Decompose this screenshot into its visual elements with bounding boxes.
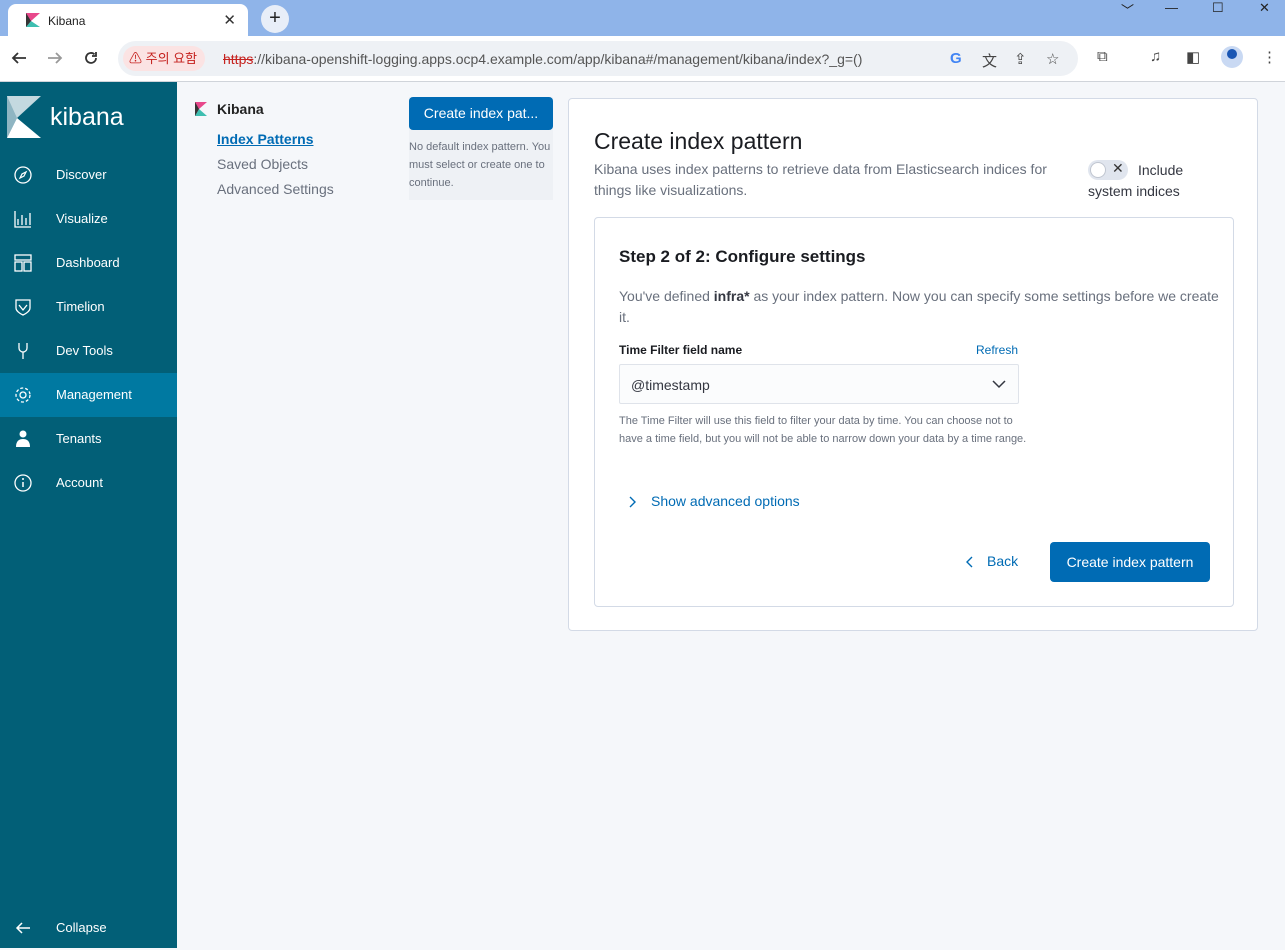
browser-tab[interactable]: Kibana ✕ [8, 4, 248, 36]
browser-chrome: Kibana ✕ + ﹀ — ☐ ✕ ⚠ 주의 요함 https://kiban… [0, 0, 1285, 82]
collapse-label: Collapse [56, 920, 107, 935]
dashboard-icon [14, 254, 32, 272]
time-filter-label: Time Filter field name [619, 343, 743, 357]
back-icon[interactable] [11, 50, 27, 66]
step-title: Step 2 of 2: Configure settings [619, 247, 866, 266]
no-default-message: No default index pattern. You must selec… [409, 141, 551, 189]
create-index-pattern-small-button[interactable]: Create index pat... [409, 97, 553, 130]
time-filter-help: The Time Filter will use this field to f… [619, 415, 1027, 445]
nav-tenants[interactable]: Tenants [0, 417, 177, 461]
forward-icon[interactable] [47, 50, 63, 66]
toggle-off-icon: ✕ [1112, 160, 1124, 176]
new-tab-button[interactable]: + [261, 5, 289, 33]
time-field-select[interactable]: @timestamp [619, 364, 1019, 404]
address-bar[interactable]: ⚠ 주의 요함 https://kibana-openshift-logging… [118, 41, 1078, 76]
back-label: Back [987, 553, 1019, 569]
include-system-indices-toggle[interactable]: ✕ [1088, 160, 1128, 180]
reload-icon[interactable] [83, 50, 99, 66]
chart-icon [14, 211, 31, 228]
shield-icon [15, 299, 31, 316]
chevron-down-icon [992, 380, 1006, 389]
refresh-link[interactable]: Refresh [976, 343, 1018, 357]
profile-icon[interactable] [1221, 46, 1243, 68]
kibana-sidenav: kibana Discover Visualize Dashboard Time… [0, 82, 177, 948]
info-icon [14, 474, 32, 492]
security-warning-badge[interactable]: ⚠ 주의 요함 [123, 46, 206, 71]
share-icon[interactable]: ⇪ [1014, 50, 1027, 68]
browser-toolbar: ⚠ 주의 요함 https://kibana-openshift-logging… [0, 36, 1285, 82]
chevron-right-icon [629, 496, 636, 508]
maximize-icon[interactable]: ☐ [1212, 0, 1224, 16]
tab-bar: Kibana ✕ + ﹀ — ☐ ✕ [0, 0, 1285, 36]
nav-label: Timelion [56, 299, 105, 314]
menu-icon[interactable]: ⋮ [1262, 48, 1277, 66]
nav-timelion[interactable]: Timelion [0, 285, 177, 329]
create-index-pattern-panel: Create index pattern Kibana uses index p… [568, 98, 1258, 631]
page-description: Kibana uses index patterns to retrieve d… [594, 161, 1047, 198]
close-window-icon[interactable]: ✕ [1259, 0, 1270, 16]
wrench-icon [18, 343, 28, 359]
chevron-left-icon [966, 556, 973, 568]
kibana-small-logo-icon [195, 102, 207, 116]
nav-label: Dev Tools [56, 343, 113, 358]
submenu-saved-objects[interactable]: Saved Objects [217, 156, 308, 172]
kibana-favicon-icon [26, 13, 40, 27]
configure-settings-card: Step 2 of 2: Configure settings You've d… [594, 217, 1234, 607]
gear-icon [15, 387, 31, 403]
nav-discover[interactable]: Discover [0, 153, 177, 197]
create-index-pattern-button[interactable]: Create index pattern [1050, 542, 1210, 582]
minimize-icon[interactable]: — [1165, 0, 1178, 15]
url-text[interactable]: https://kibana-openshift-logging.apps.oc… [223, 51, 862, 67]
nav-collapse[interactable]: Collapse [0, 906, 177, 950]
toggle-knob [1090, 162, 1106, 178]
nav-label: Management [56, 387, 132, 402]
advanced-label: Show advanced options [651, 493, 800, 509]
nav-visualize[interactable]: Visualize [0, 197, 177, 241]
nav-label: Tenants [56, 431, 102, 446]
media-icon[interactable]: ♫ [1150, 48, 1161, 65]
user-icon [16, 430, 30, 447]
nav-management[interactable]: Management [0, 373, 177, 417]
nav-account[interactable]: Account [0, 461, 177, 505]
minimize-tabs-icon[interactable]: ﹀ [1121, 0, 1134, 19]
nav-label: Discover [56, 167, 107, 182]
step-description: You've defined infra* as your index patt… [619, 288, 1219, 325]
nav-dev-tools[interactable]: Dev Tools [0, 329, 177, 373]
extensions-icon[interactable]: ⧉ [1097, 48, 1108, 65]
submenu-title: Kibana [217, 101, 264, 117]
index-pattern-list: Create index pat... No default index pat… [409, 97, 553, 200]
nav-dashboard[interactable]: Dashboard [0, 241, 177, 285]
compass-icon [14, 166, 32, 184]
google-icon[interactable]: G [950, 50, 962, 67]
translate-icon[interactable]: 文 [982, 50, 997, 71]
submenu-index-patterns[interactable]: Index Patterns [217, 131, 313, 147]
kibana-logo-icon[interactable] [7, 96, 41, 138]
close-tab-icon[interactable]: ✕ [223, 11, 236, 29]
sidepanel-icon[interactable]: ◧ [1186, 48, 1200, 66]
url-scheme: https [223, 51, 254, 67]
index-pattern-name: infra* [713, 288, 750, 304]
url-rest: ://kibana-openshift-logging.apps.ocp4.ex… [253, 51, 863, 67]
time-field-value: @timestamp [631, 377, 710, 393]
nav-label: Account [56, 475, 103, 490]
star-icon[interactable]: ☆ [1046, 50, 1059, 68]
arrow-left-icon [15, 922, 30, 934]
tab-title: Kibana [48, 14, 86, 28]
kibana-brand[interactable]: kibana [50, 103, 124, 132]
nav-label: Visualize [56, 211, 108, 226]
submenu-advanced-settings[interactable]: Advanced Settings [217, 181, 334, 197]
page-title: Create index pattern [594, 128, 803, 154]
nav-label: Dashboard [56, 255, 120, 270]
